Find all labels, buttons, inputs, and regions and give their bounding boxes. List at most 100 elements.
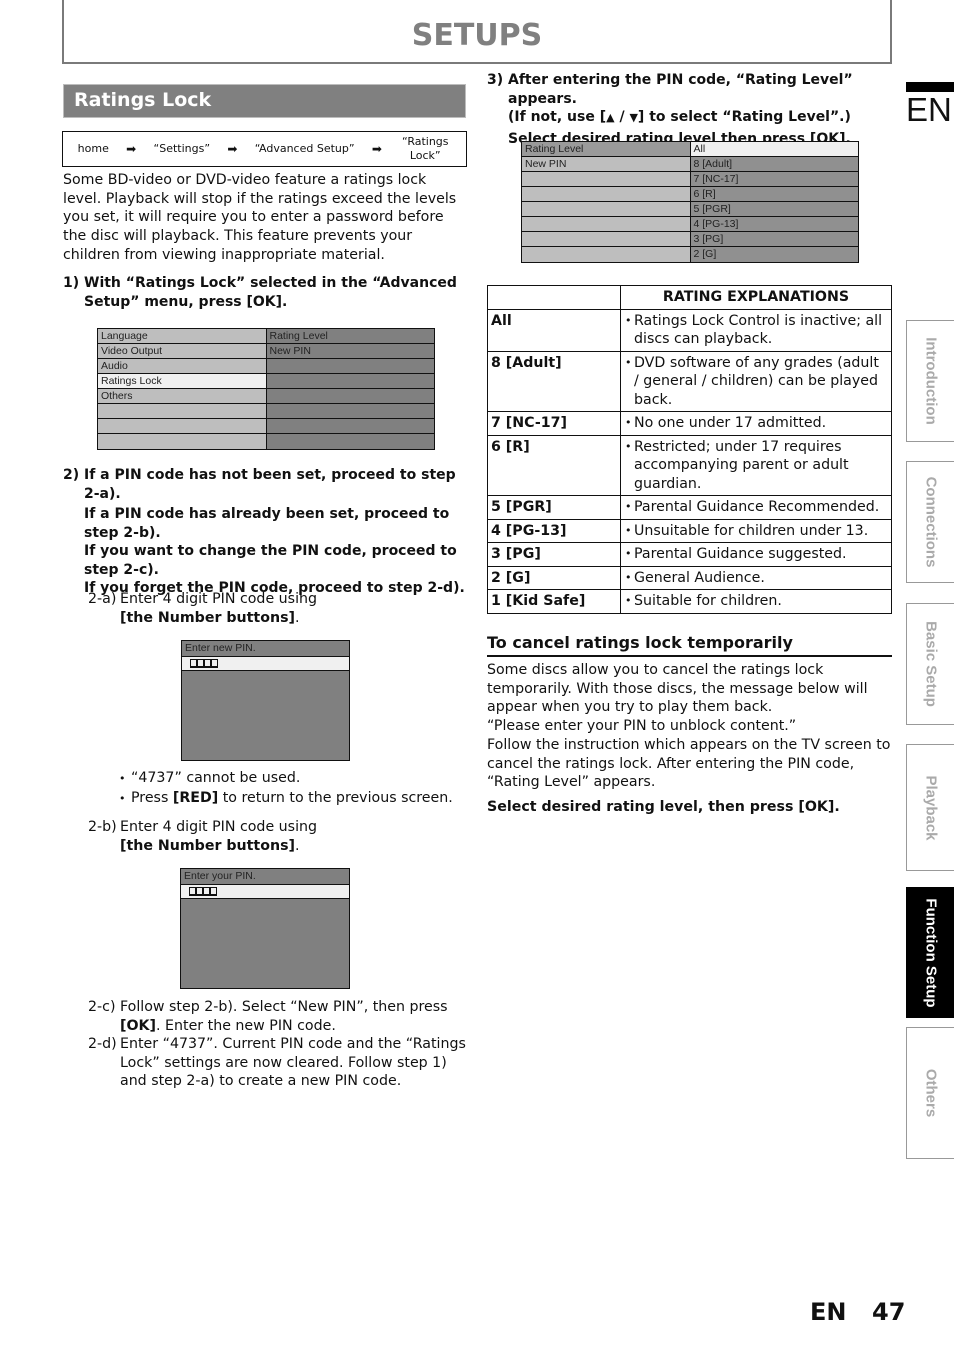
step-label: 2-d) <box>88 1036 117 1052</box>
rating-option[interactable]: All <box>690 142 858 156</box>
table-row: 8 [Adult]DVD software of any grades (adu… <box>487 350 892 412</box>
language-indicator: EN <box>906 82 954 128</box>
step-label: 2-b) <box>88 819 117 835</box>
menu-row: 4 [PG-13] <box>522 217 858 232</box>
step-3: 3) After entering the PIN code, “Rating … <box>487 71 892 147</box>
menu-row <box>98 404 434 419</box>
step-number: 1) <box>63 275 80 291</box>
menu-item-right[interactable]: Rating Level <box>266 329 434 343</box>
advanced-setup-menu-screen: Language Rating Level Video Output New PIN A… <box>97 328 435 450</box>
cancel-paragraph: Some discs allow you to cancel the ratin… <box>487 662 868 716</box>
rating-level-cell: 8 [Adult] <box>487 350 621 412</box>
step-text: With “Ratings Lock” selected in the “Adv… <box>84 275 457 310</box>
step-text: Follow step 2-b). Select “New PIN”, then… <box>120 999 448 1015</box>
page-header: SETUPS <box>62 0 892 64</box>
step-3-line: After entering the PIN code, “Rating Lev… <box>508 72 853 107</box>
menu-item-left <box>522 232 691 246</box>
rating-explanations-table: RATING EXPLANATIONS AllRatings Lock Cont… <box>487 285 892 614</box>
menu-row: 2 [G] <box>522 247 858 262</box>
rating-option[interactable]: 4 [PG-13] <box>690 217 858 231</box>
cancel-section-heading: To cancel ratings lock temporarily <box>487 633 892 657</box>
enter-your-pin-screen: Enter your PIN. <box>180 868 350 989</box>
rating-description-cell: Unsuitable for children under 13. <box>620 518 892 543</box>
menu-row: Language Rating Level <box>98 329 434 344</box>
side-tab-label: Function Setup <box>922 897 939 1008</box>
menu-item-right <box>266 434 434 449</box>
menu-item-left[interactable]: Language <box>98 329 267 343</box>
step-2-line: If a PIN code has already been set, proc… <box>84 506 450 541</box>
menu-item-left[interactable]: Others <box>98 389 267 403</box>
menu-item-right <box>266 419 434 433</box>
menu-item-left <box>522 247 691 262</box>
text: (If not, use [ <box>508 109 607 125</box>
rating-description-cell: DVD software of any grades (adult / gene… <box>620 350 892 412</box>
menu-row <box>98 434 434 449</box>
menu-item-left[interactable]: Rating Level <box>522 142 691 156</box>
table-row: 3 [PG]Parental Guidance suggested. <box>487 542 892 567</box>
side-tab-label: Connections <box>922 476 939 568</box>
pin-digit-slot <box>210 887 217 896</box>
pin-input-field[interactable] <box>181 885 349 899</box>
menu-row: Others <box>98 389 434 404</box>
menu-row: Rating Level All <box>522 142 858 157</box>
step-2d: 2-d) Enter “4737”. Current PIN code and … <box>88 1035 468 1093</box>
arrow-right-icon: ➡ <box>371 142 382 156</box>
rating-option[interactable]: 3 [PG] <box>690 232 858 246</box>
pin-input-field[interactable] <box>182 657 349 671</box>
rating-description-cell: Parental Guidance Recommended. <box>620 495 892 520</box>
menu-item-right <box>266 374 434 388</box>
rating-option[interactable]: 2 [G] <box>690 247 858 262</box>
rating-option[interactable]: 7 [NC-17] <box>690 172 858 186</box>
step-2a: 2-a) Enter 4 digit PIN code using [the N… <box>88 590 468 630</box>
menu-row: 3 [PG] <box>522 232 858 247</box>
cancel-action: Select desired rating level, then press … <box>487 799 840 815</box>
menu-item-left <box>98 404 267 418</box>
side-tab-others[interactable]: Others <box>906 1027 954 1159</box>
rating-description-cell: Suitable for children. <box>620 589 892 614</box>
menu-row: 6 [R] <box>522 187 858 202</box>
pin-prompt: Enter your PIN. <box>181 869 349 885</box>
pin-digit-slot <box>190 659 197 668</box>
side-tab-playback[interactable]: Playback <box>906 744 954 871</box>
text: / <box>614 109 630 125</box>
step-text: Enter 4 digit PIN code using <box>120 819 318 835</box>
text: ] to select “Rating Level”.) <box>637 109 851 125</box>
menu-item-right <box>266 389 434 403</box>
table-row: 4 [PG-13]Unsuitable for children under 1… <box>487 518 892 543</box>
side-tab-basic-setup[interactable]: Basic Setup <box>906 603 954 725</box>
menu-item-right <box>266 359 434 373</box>
side-tab-connections[interactable]: Connections <box>906 461 954 583</box>
menu-item-left <box>522 187 691 201</box>
step-text: If a PIN code has not been set, proceed … <box>84 466 468 598</box>
rating-description-cell: Parental Guidance suggested. <box>620 542 892 567</box>
menu-item-left <box>522 217 691 231</box>
table-row: 1 [Kid Safe]Suitable for children. <box>487 589 892 614</box>
pin-digit-slot <box>197 659 204 668</box>
table-row: 5 [PGR]Parental Guidance Recommended. <box>487 495 892 520</box>
rating-level-cell: 7 [NC-17] <box>487 411 621 436</box>
table-row: 2 [G]General Audience. <box>487 565 892 590</box>
rating-option[interactable]: 8 [Adult] <box>690 157 858 171</box>
step-body: Enter 4 digit PIN code using [the Number… <box>120 818 317 855</box>
menu-item-left[interactable]: New PIN <box>522 157 691 171</box>
arrow-right-icon: ➡ <box>227 142 238 156</box>
side-tab-introduction[interactable]: Introduction <box>906 320 954 442</box>
menu-row: New PIN 8 [Adult] <box>522 157 858 172</box>
menu-item-left[interactable]: Video Output <box>98 344 267 358</box>
arrow-right-icon: ➡ <box>126 142 137 156</box>
menu-item-left[interactable]: Audio <box>98 359 267 373</box>
menu-item-right[interactable]: New PIN <box>266 344 434 358</box>
side-tab-function-setup[interactable]: Function Setup <box>906 887 954 1018</box>
rating-description-cell: Restricted; under 17 requires accompanyi… <box>620 434 892 496</box>
rating-option[interactable]: 5 [PGR] <box>690 202 858 216</box>
rating-description-cell: Ratings Lock Control is inactive; all di… <box>620 308 892 352</box>
rating-level-cell: 1 [Kid Safe] <box>487 589 621 614</box>
number-buttons-label: [the Number buttons] <box>120 837 295 854</box>
number-buttons-label: [the Number buttons] <box>120 609 295 626</box>
down-arrow-icon: ▼ <box>629 111 638 124</box>
enter-new-pin-screen: Enter new PIN. <box>181 640 350 761</box>
rating-option[interactable]: 6 [R] <box>690 187 858 201</box>
side-tab-label: Introduction <box>922 337 939 425</box>
ok-button-label: [OK] <box>120 1017 157 1034</box>
menu-item-left[interactable]: Ratings Lock <box>98 374 267 388</box>
